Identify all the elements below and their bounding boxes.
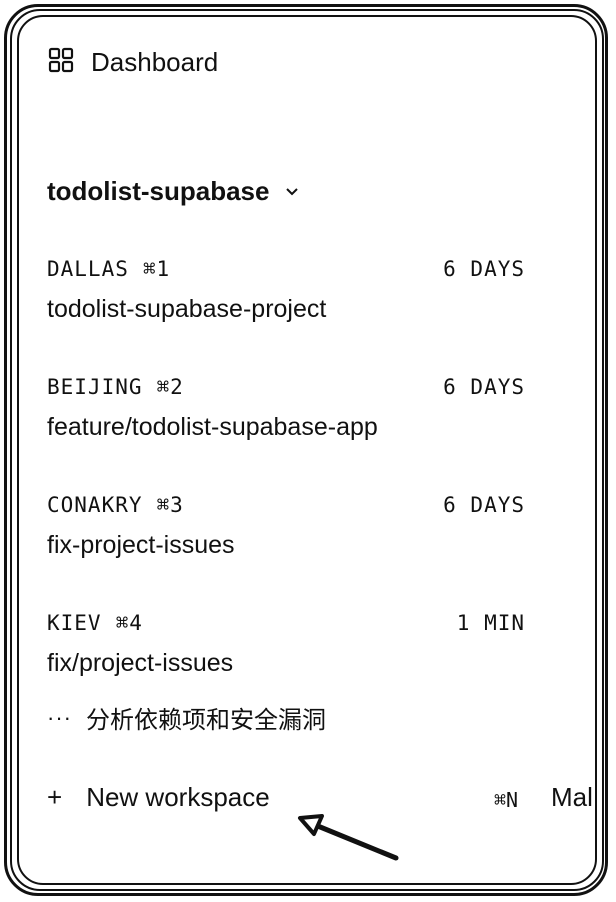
workspace-title: todolist-supabase-project bbox=[47, 295, 327, 323]
overflow-menu-label[interactable]: Mal bbox=[551, 782, 595, 813]
workspace-age: 6 DAYS bbox=[443, 257, 525, 281]
workspace-location: DALLAS bbox=[47, 257, 129, 281]
workspace-location: BEIJING bbox=[47, 375, 143, 399]
new-workspace-button[interactable]: + New workspace bbox=[47, 782, 270, 813]
workspace-title: feature/todolist-supabase-app bbox=[47, 413, 378, 441]
workspace-shortcut: ⌘4 bbox=[115, 611, 143, 635]
workspace-activity-status: ··· 分析依赖项和安全漏洞 bbox=[47, 700, 326, 735]
workspace-item[interactable]: CONAKRY ⌘3 6 DAYS fix-project-issues bbox=[47, 493, 525, 560]
plus-icon: + bbox=[47, 782, 63, 812]
ellipsis-icon: ··· bbox=[47, 704, 72, 730]
workspace-age: 6 DAYS bbox=[443, 493, 525, 517]
workspace-item[interactable]: BEIJING ⌘2 6 DAYS feature/todolist-supab… bbox=[47, 375, 525, 442]
project-name: todolist-supabase bbox=[47, 176, 270, 206]
workspace-age: 6 DAYS bbox=[443, 375, 525, 399]
dashboard-link[interactable]: Dashboard bbox=[47, 46, 218, 79]
dashboard-label: Dashboard bbox=[91, 47, 219, 77]
project-selector[interactable]: todolist-supabase bbox=[47, 176, 301, 207]
chevron-down-icon bbox=[283, 178, 301, 205]
workspace-location: CONAKRY bbox=[47, 493, 143, 517]
new-workspace-label: New workspace bbox=[86, 782, 270, 812]
new-workspace-shortcut: ⌘N bbox=[494, 788, 519, 812]
workspace-item[interactable]: DALLAS ⌘1 6 DAYS todolist-supabase-proje… bbox=[47, 257, 525, 324]
workspace-shortcut: ⌘2 bbox=[156, 375, 184, 399]
grid-icon bbox=[47, 46, 75, 79]
workspace-shortcut: ⌘3 bbox=[156, 493, 184, 517]
workspace-location: KIEV bbox=[47, 611, 102, 635]
workspace-title: fix/project-issues bbox=[47, 649, 234, 677]
workspace-title: fix-project-issues bbox=[47, 531, 235, 559]
workspace-item[interactable]: KIEV ⌘4 1 MIN fix/project-issues bbox=[47, 611, 525, 678]
window-frame-inner-2 bbox=[17, 15, 597, 885]
workspace-shortcut: ⌘1 bbox=[142, 257, 171, 281]
annotation-arrow-icon bbox=[298, 814, 399, 861]
workspace-age: 1 MIN bbox=[456, 611, 525, 635]
activity-text: 分析依赖项和安全漏洞 bbox=[85, 707, 326, 734]
